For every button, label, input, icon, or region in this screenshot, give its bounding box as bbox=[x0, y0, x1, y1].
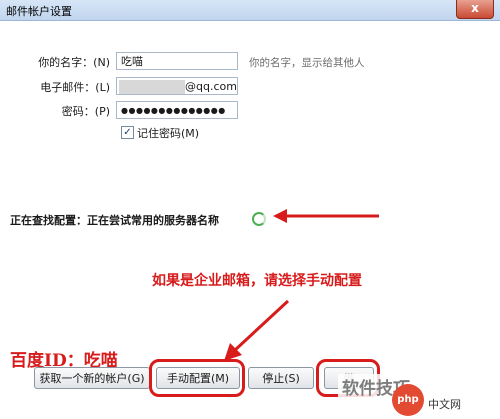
email-redaction bbox=[119, 80, 185, 94]
annotation-instruction: 如果是企业邮箱，请选择手动配置 bbox=[152, 273, 362, 289]
name-hint: 你的名字，显示给其他人 bbox=[249, 57, 365, 69]
loading-spinner-icon bbox=[252, 212, 266, 226]
remember-password-label: 记住密码(M) bbox=[137, 127, 200, 140]
name-input[interactable]: 吃喵 bbox=[116, 52, 238, 70]
remember-password-checkbox[interactable]: ✓ bbox=[121, 126, 134, 139]
stop-button[interactable]: 停止(S) bbox=[248, 367, 314, 389]
name-label: 你的名字：(N) bbox=[38, 56, 110, 69]
title-bar: 邮件帐户设置 x bbox=[0, 0, 500, 21]
php-logo-icon: php bbox=[392, 384, 424, 416]
email-label: 电子邮件：(L) bbox=[40, 81, 110, 94]
get-new-account-button[interactable]: 获取一个新的帐户(G) bbox=[34, 367, 150, 389]
manual-config-highlight bbox=[149, 359, 245, 397]
status-text: 正在查找配置：正在尝试常用的服务器名称 bbox=[10, 214, 219, 227]
password-label: 密码：(P) bbox=[61, 105, 110, 118]
email-input[interactable]: @qq.com bbox=[116, 77, 238, 95]
watermark-site: 中文网 bbox=[428, 398, 461, 411]
window-title: 邮件帐户设置 bbox=[6, 5, 72, 18]
dialog-body: 你的名字：(N) 吃喵 你的名字，显示给其他人 电子邮件：(L) @qq.com… bbox=[6, 21, 493, 413]
red-arrow-down-icon bbox=[224, 299, 290, 361]
close-button[interactable]: x bbox=[456, 0, 494, 19]
red-arrow-icon bbox=[273, 209, 379, 223]
email-domain: @qq.com bbox=[185, 80, 237, 93]
password-input[interactable]: ●●●●●●●●●●●●●● bbox=[116, 101, 238, 119]
